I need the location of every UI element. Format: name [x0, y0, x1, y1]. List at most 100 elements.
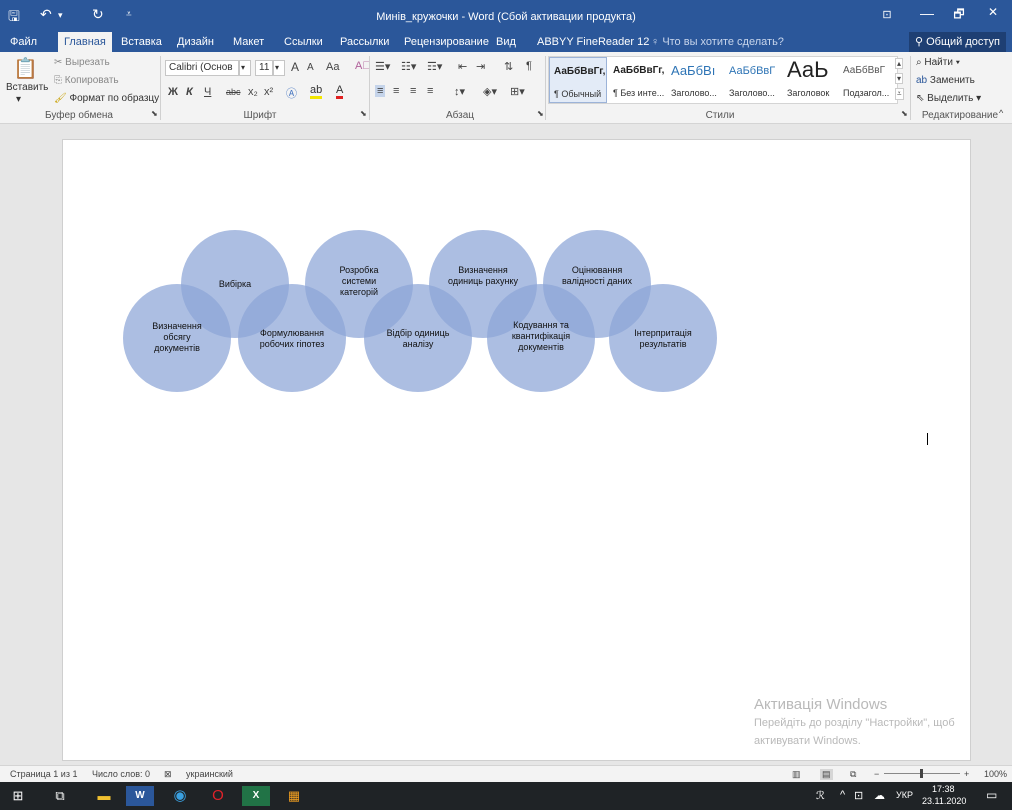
- close-button[interactable]: ✕: [978, 5, 1008, 19]
- style-subtitle[interactable]: АаБбВвГ Подзагол...: [839, 57, 897, 103]
- subscript-button[interactable]: x₂: [248, 86, 258, 98]
- find-button[interactable]: ⌕ Найти ▾: [916, 57, 960, 68]
- page-count[interactable]: Страница 1 из 1: [10, 769, 77, 779]
- tab-file[interactable]: Файл: [4, 32, 43, 52]
- proofing-icon[interactable]: ⊠: [164, 769, 172, 780]
- paste-dropdown-icon[interactable]: ▾: [16, 94, 21, 105]
- zoom-out-button[interactable]: −: [874, 769, 879, 779]
- style-heading1[interactable]: АаБбВı Заголово...: [667, 57, 725, 103]
- style-title[interactable]: АаЬ Заголовок: [783, 57, 839, 103]
- italic-button[interactable]: К: [186, 86, 193, 98]
- highlight-color-icon[interactable]: ab: [310, 84, 323, 99]
- numbering-icon[interactable]: ☷▾: [401, 60, 416, 73]
- decrease-indent-icon[interactable]: ⇤: [458, 60, 467, 73]
- shrink-font-button[interactable]: A: [307, 62, 314, 73]
- file-explorer-icon[interactable]: ▬: [90, 786, 118, 806]
- clock-date[interactable]: 23.11.2020: [922, 796, 966, 806]
- strikethrough-button[interactable]: abc: [226, 87, 241, 97]
- cut-button[interactable]: ✂ Вырезать: [54, 57, 110, 68]
- text-effects-icon[interactable]: Ⓐ: [286, 85, 297, 101]
- tab-abbyy[interactable]: ABBYY FineReader 12: [531, 32, 655, 52]
- windows-start-icon[interactable]: ⊞: [4, 786, 32, 806]
- cloud-icon[interactable]: ☁: [874, 789, 885, 802]
- style-no-spacing[interactable]: АаБбВвГг, ¶ Без инте...: [609, 57, 667, 103]
- align-left-icon[interactable]: ≡: [375, 85, 386, 97]
- input-language[interactable]: УКР: [896, 790, 913, 800]
- circle-label: Визначення обсягу документів: [152, 321, 202, 353]
- line-spacing-icon[interactable]: ↕▾: [454, 85, 465, 98]
- superscript-button[interactable]: x²: [264, 86, 273, 98]
- font-color-icon[interactable]: A: [336, 84, 344, 99]
- document-page[interactable]: Вибірка Розробка системи категорій Визна…: [62, 139, 971, 761]
- zoom-level[interactable]: 100%: [984, 769, 1007, 779]
- styles-launcher-icon[interactable]: ⬊: [901, 109, 908, 118]
- paint-app-icon[interactable]: ▦: [280, 786, 308, 806]
- zoom-slider-thumb[interactable]: [920, 769, 923, 778]
- sort-icon[interactable]: ⇅: [504, 60, 513, 73]
- tab-review[interactable]: Рецензирование: [398, 32, 495, 52]
- clipboard-launcher-icon[interactable]: ⬊: [151, 109, 158, 118]
- tab-view[interactable]: Вид: [490, 32, 522, 52]
- font-size-box[interactable]: 11: [255, 60, 273, 76]
- task-view-icon[interactable]: ⧉: [46, 786, 74, 806]
- circle-label: Кодування та квантифікація документів: [511, 320, 571, 352]
- select-button[interactable]: ⇖ Выделить ▾: [916, 93, 981, 104]
- ribbon-display-options-button[interactable]: ⊡: [872, 8, 902, 21]
- tab-design[interactable]: Дизайн: [171, 32, 220, 52]
- show-marks-icon[interactable]: ¶: [526, 60, 532, 72]
- tab-references[interactable]: Ссылки: [278, 32, 329, 52]
- print-layout-icon[interactable]: ▤: [820, 769, 833, 780]
- people-icon[interactable]: ℛ: [816, 789, 825, 802]
- bold-button[interactable]: Ж: [168, 86, 178, 98]
- tab-home[interactable]: Главная: [58, 32, 112, 52]
- tell-me-box[interactable]: ♀ Что вы хотите сделать?: [645, 32, 790, 52]
- font-size-dropdown-icon[interactable]: ▾: [273, 60, 285, 76]
- align-center-icon[interactable]: ≡: [393, 85, 399, 97]
- increase-indent-icon[interactable]: ⇥: [476, 60, 485, 73]
- excel-app-icon[interactable]: X: [242, 786, 270, 806]
- multilevel-list-icon[interactable]: ☶▾: [427, 60, 442, 73]
- replace-button[interactable]: ab Заменить: [916, 75, 975, 86]
- web-layout-icon[interactable]: ⧉: [850, 769, 856, 780]
- zoom-in-button[interactable]: +: [964, 769, 969, 779]
- minimize-button[interactable]: —: [912, 5, 942, 21]
- styles-scroll-up-icon[interactable]: ▴: [895, 58, 904, 69]
- tab-insert[interactable]: Вставка: [115, 32, 168, 52]
- word-app-icon[interactable]: W: [126, 786, 154, 806]
- clock-time[interactable]: 17:38: [932, 784, 955, 794]
- language-indicator[interactable]: украинский: [186, 769, 233, 779]
- paragraph-launcher-icon[interactable]: ⬊: [537, 109, 544, 118]
- paste-button[interactable]: Вставить: [6, 82, 48, 93]
- style-normal[interactable]: АаБбВвГг, ¶ Обычный: [549, 57, 607, 103]
- edge-browser-icon[interactable]: ◉: [166, 786, 194, 806]
- styles-more-icon[interactable]: ⩡: [895, 88, 904, 100]
- shading-icon[interactable]: ◈▾: [483, 85, 497, 98]
- change-case-button[interactable]: Aa: [326, 61, 339, 73]
- read-mode-icon[interactable]: ▥: [792, 769, 801, 780]
- copy-button[interactable]: ⎘ Копировать: [54, 75, 119, 86]
- font-launcher-icon[interactable]: ⬊: [360, 109, 367, 118]
- opera-browser-icon[interactable]: O: [204, 786, 232, 806]
- paste-icon[interactable]: 📋: [13, 56, 38, 81]
- justify-icon[interactable]: ≡: [427, 85, 433, 97]
- restore-button[interactable]: 🗗: [944, 5, 974, 26]
- style-heading2[interactable]: АаБбВвГ Заголово...: [725, 57, 783, 103]
- grow-font-button[interactable]: A: [291, 60, 299, 74]
- bullets-icon[interactable]: ☰▾: [375, 60, 390, 73]
- select-label: Выделить: [927, 93, 974, 104]
- tray-expand-icon[interactable]: ^: [840, 789, 845, 801]
- notifications-icon[interactable]: ▭: [986, 788, 997, 802]
- styles-scroll-down-icon[interactable]: ▾: [895, 73, 904, 84]
- network-icon[interactable]: ⊡: [854, 789, 863, 802]
- word-count[interactable]: Число слов: 0: [92, 769, 150, 779]
- tab-mailings[interactable]: Рассылки: [334, 32, 395, 52]
- borders-icon[interactable]: ⊞▾: [510, 85, 525, 98]
- format-painter-button[interactable]: 🖌 Формат по образцу: [54, 93, 159, 104]
- align-right-icon[interactable]: ≡: [410, 85, 416, 97]
- tab-layout[interactable]: Макет: [227, 32, 270, 52]
- font-name-dropdown-icon[interactable]: ▾: [239, 60, 251, 76]
- collapse-ribbon-icon[interactable]: ^: [999, 108, 1003, 118]
- font-name-box[interactable]: Calibri (Основ: [165, 60, 239, 76]
- share-button[interactable]: ⚲ Общий доступ: [908, 32, 1006, 52]
- underline-button[interactable]: Ч: [204, 86, 211, 98]
